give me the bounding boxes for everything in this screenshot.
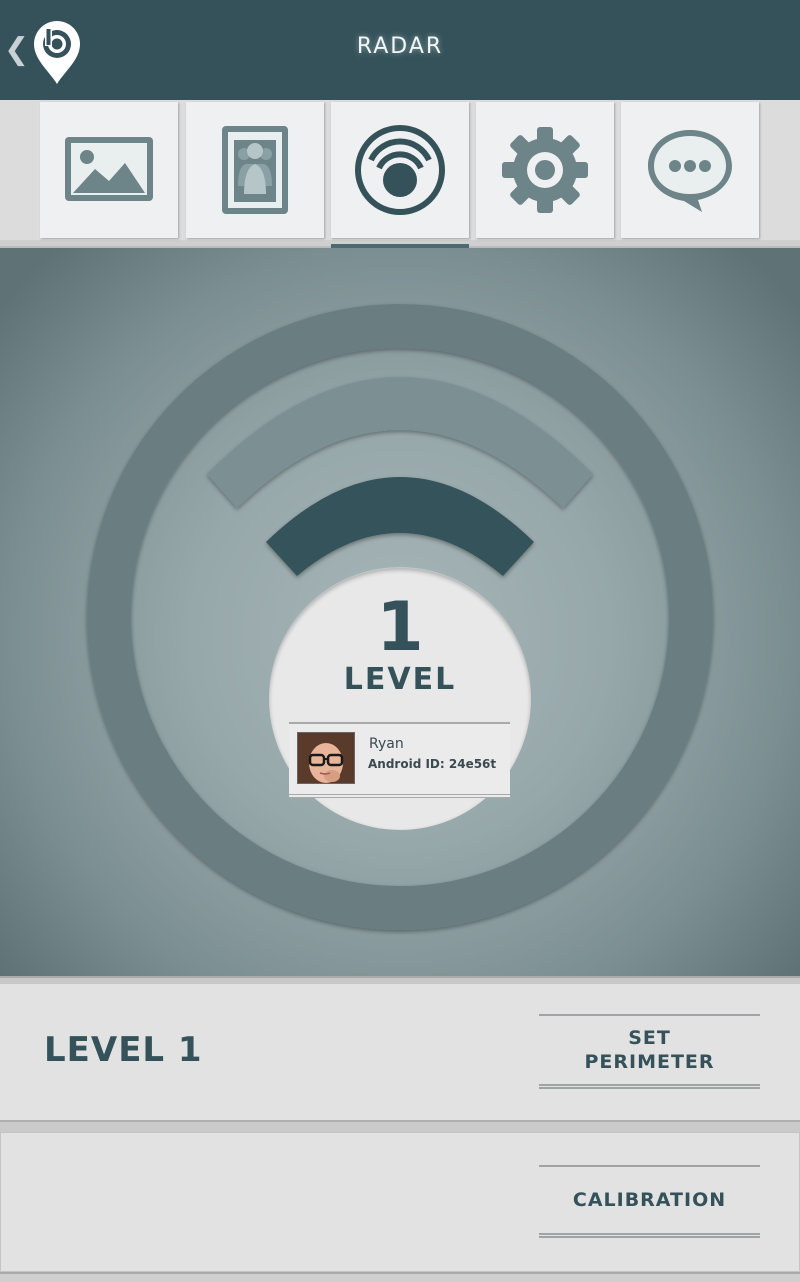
image-icon [65,137,153,201]
user-card[interactable]: Ryan Android ID: 24e56t [289,722,510,798]
gear-icon [502,127,588,213]
tab-gallery[interactable] [40,102,178,238]
tab-radar[interactable] [331,102,469,238]
tab-contacts[interactable] [186,102,324,238]
level-word: LEVEL [343,662,457,697]
child-with-glasses-photo [298,733,354,783]
avatar [297,732,355,784]
user-name: Ryan [369,736,404,752]
page-title: RADAR [356,34,444,59]
radar-view: 1 LEVEL Ryan Android ID: 24e56t [0,248,800,978]
group-contacts-icon [222,126,288,214]
device-id: Android ID: 24e56t [368,757,497,771]
chat-bubble-icon [648,130,732,212]
tab-messages[interactable] [621,102,759,238]
tab-settings[interactable] [476,102,614,238]
radar-arc-active [266,477,534,576]
set-perimeter-line2: PERIMETER [584,1051,715,1073]
level-number: 1 [376,588,424,667]
bottom-divider [0,1272,800,1282]
level-label: LEVEL 1 [44,1030,203,1070]
calibration-label: CALIBRATION [572,1189,727,1211]
set-perimeter-button[interactable]: SET PERIMETER [539,1014,760,1089]
app-header: ❮ RADAR [0,0,800,100]
radar-icon [355,125,445,215]
calibration-button[interactable]: CALIBRATION [539,1165,760,1238]
set-perimeter-line1: SET [628,1027,671,1049]
